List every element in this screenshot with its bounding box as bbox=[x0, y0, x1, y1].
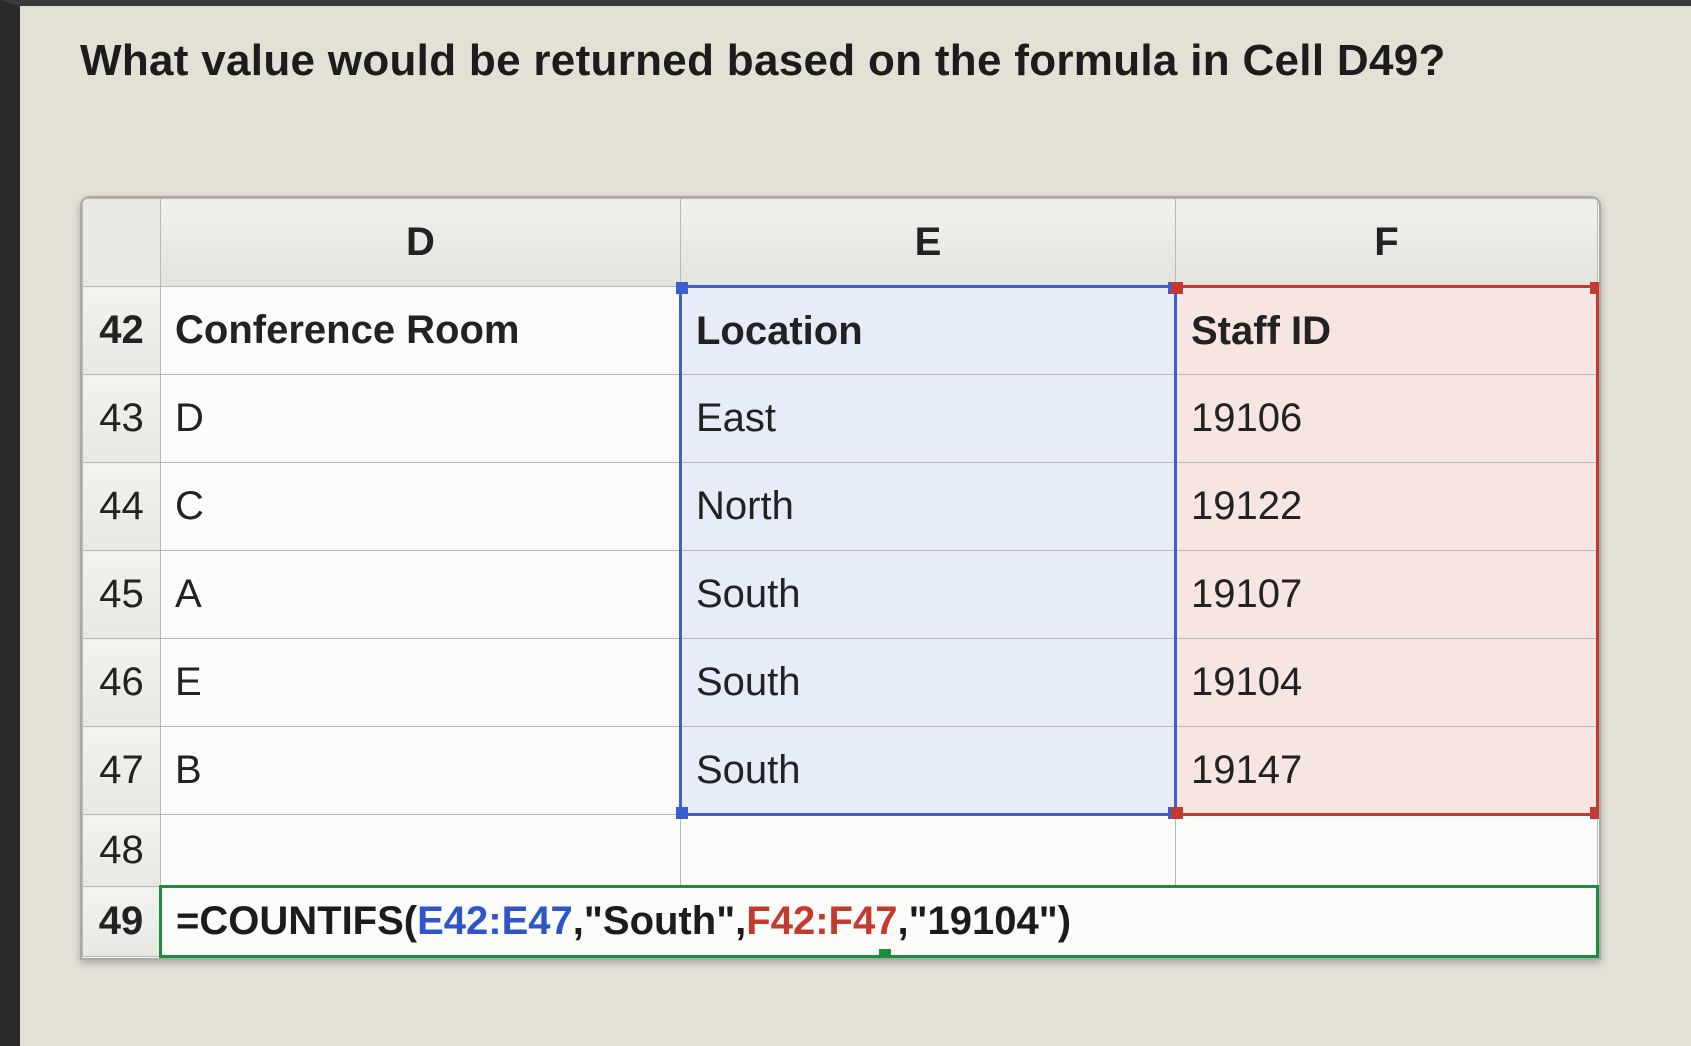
cell-F44[interactable]: 19122 bbox=[1176, 463, 1598, 551]
col-header-E[interactable]: E bbox=[681, 199, 1176, 287]
col-header-D[interactable]: D bbox=[161, 199, 681, 287]
cell-E46[interactable]: South bbox=[681, 639, 1176, 727]
formula-range1: E42:E47 bbox=[417, 899, 573, 943]
cell-E42-text: Location bbox=[696, 309, 863, 353]
cell-D48[interactable] bbox=[161, 815, 681, 887]
row-48: 48 bbox=[83, 815, 1598, 887]
cell-F47-text: 19147 bbox=[1191, 748, 1302, 792]
row-47: 47 B South 19147 bbox=[83, 727, 1598, 815]
row-header-44[interactable]: 44 bbox=[83, 463, 161, 551]
select-all-corner[interactable] bbox=[83, 199, 161, 287]
cell-D45[interactable]: A bbox=[161, 551, 681, 639]
question-page: What value would be returned based on th… bbox=[0, 0, 1691, 1046]
cell-E47-text: South bbox=[696, 748, 801, 792]
cell-E45[interactable]: South bbox=[681, 551, 1176, 639]
cursor-handle-icon[interactable] bbox=[879, 949, 891, 960]
cell-F42[interactable]: Staff ID bbox=[1176, 287, 1598, 375]
cell-D43[interactable]: D bbox=[161, 375, 681, 463]
formula-crit2: "19104" bbox=[909, 899, 1058, 943]
row-header-49[interactable]: 49 bbox=[83, 887, 161, 957]
cell-F43[interactable]: 19106 bbox=[1176, 375, 1598, 463]
range-handle-icon[interactable] bbox=[676, 282, 688, 294]
cell-E47[interactable]: South bbox=[681, 727, 1176, 815]
formula-equals: = bbox=[176, 899, 199, 943]
formula-function: COUNTIFS( bbox=[199, 899, 417, 943]
formula-comma: , bbox=[897, 899, 908, 943]
range-handle-icon[interactable] bbox=[1590, 282, 1601, 294]
cell-D47[interactable]: B bbox=[161, 727, 681, 815]
cell-E48[interactable] bbox=[681, 815, 1176, 887]
range-handle-icon[interactable] bbox=[1171, 282, 1183, 294]
cell-D46[interactable]: E bbox=[161, 639, 681, 727]
cell-F45[interactable]: 19107 bbox=[1176, 551, 1598, 639]
cell-D49-formula[interactable]: =COUNTIFS(E42:E47,"South",F42:F47,"19104… bbox=[161, 887, 1598, 957]
row-43: 43 D East 19106 bbox=[83, 375, 1598, 463]
cell-F46[interactable]: 19104 bbox=[1176, 639, 1598, 727]
spreadsheet-grid[interactable]: D E F 42 Conference Room Location Staff … bbox=[82, 198, 1599, 958]
column-header-row: D E F bbox=[83, 199, 1598, 287]
spreadsheet: D E F 42 Conference Room Location Staff … bbox=[80, 196, 1601, 960]
range-handle-icon[interactable] bbox=[1590, 807, 1601, 819]
formula-comma: , bbox=[735, 899, 746, 943]
row-header-46[interactable]: 46 bbox=[83, 639, 161, 727]
row-49: 49 =COUNTIFS(E42:E47,"South",F42:F47,"19… bbox=[83, 887, 1598, 957]
cell-F42-text: Staff ID bbox=[1191, 309, 1331, 353]
cell-D44[interactable]: C bbox=[161, 463, 681, 551]
row-header-43[interactable]: 43 bbox=[83, 375, 161, 463]
formula-range2: F42:F47 bbox=[746, 899, 897, 943]
cell-E44[interactable]: North bbox=[681, 463, 1176, 551]
range-handle-icon[interactable] bbox=[1171, 807, 1183, 819]
col-header-F[interactable]: F bbox=[1176, 199, 1598, 287]
row-44: 44 C North 19122 bbox=[83, 463, 1598, 551]
row-header-42[interactable]: 42 bbox=[83, 287, 161, 375]
formula-comma: , bbox=[573, 899, 584, 943]
formula-crit1: "South" bbox=[584, 899, 735, 943]
row-45: 45 A South 19107 bbox=[83, 551, 1598, 639]
row-header-48[interactable]: 48 bbox=[83, 815, 161, 887]
question-text: What value would be returned based on th… bbox=[80, 36, 1631, 86]
formula-close: ) bbox=[1058, 899, 1071, 943]
row-header-47[interactable]: 47 bbox=[83, 727, 161, 815]
cell-E42[interactable]: Location bbox=[681, 287, 1176, 375]
cell-F47[interactable]: 19147 bbox=[1176, 727, 1598, 815]
row-header-45[interactable]: 45 bbox=[83, 551, 161, 639]
row-42: 42 Conference Room Location Staff ID bbox=[83, 287, 1598, 375]
cell-D42[interactable]: Conference Room bbox=[161, 287, 681, 375]
row-46: 46 E South 19104 bbox=[83, 639, 1598, 727]
cell-F48[interactable] bbox=[1176, 815, 1598, 887]
range-handle-icon[interactable] bbox=[676, 807, 688, 819]
cell-E43[interactable]: East bbox=[681, 375, 1176, 463]
